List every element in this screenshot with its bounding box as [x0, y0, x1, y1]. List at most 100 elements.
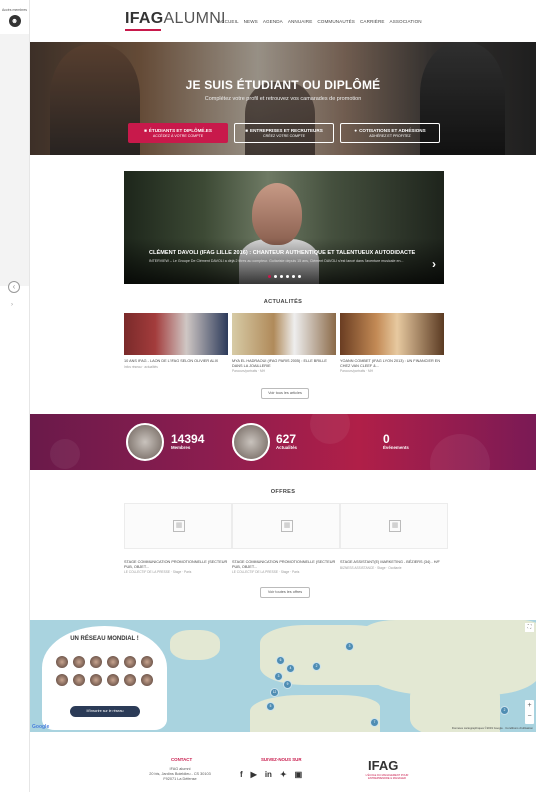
- slider-dot[interactable]: [273, 275, 277, 278]
- news-card[interactable]: YOANN COMBET (IFAG LYON 2013) : UN FINAN…: [340, 313, 444, 377]
- students-login-button[interactable]: ■ ÉTUDIANTS ET DIPLÔMÉ.ES ACCÉDEZ À VOTRE…: [128, 123, 228, 143]
- zoom-control: + −: [525, 700, 534, 724]
- back-arrow-icon[interactable]: ‹: [8, 281, 20, 293]
- news-meta: Infos réseau · actualités: [124, 364, 158, 369]
- nav-item-news[interactable]: NEWS: [244, 19, 258, 24]
- map-cluster[interactable]: 5: [266, 702, 275, 711]
- news-count: 627: [276, 432, 297, 446]
- map-cluster[interactable]: 3: [345, 642, 354, 651]
- news-image[interactable]: [232, 313, 336, 355]
- news-image[interactable]: [124, 313, 228, 355]
- companies-signup-button[interactable]: ■ ENTREPRISES ET RECRUTEURS CRÉEZ VOTRE C…: [234, 123, 334, 143]
- slide-title[interactable]: CLÉMENT DAVOLI (IFAG LILLE 2016) : CHANT…: [149, 250, 439, 256]
- map-land: [250, 695, 380, 732]
- building-icon: ▦: [281, 520, 293, 532]
- stats-band: 14394 Membres 627 Actualités 0 Événement…: [30, 404, 536, 494]
- nav-item-agenda[interactable]: AGENDA: [263, 19, 283, 24]
- members-count: 14394: [171, 432, 205, 446]
- map-cluster[interactable]: 9: [283, 680, 292, 689]
- members-label: Membres: [171, 445, 191, 450]
- slider-dot[interactable]: [285, 275, 289, 278]
- map-cluster[interactable]: 12: [270, 688, 279, 697]
- button-title: ● COTISATIONS ET ADHÉSIONS: [354, 128, 426, 133]
- avatar: [56, 674, 68, 686]
- logo-bold: IFAG: [125, 10, 164, 27]
- nav-item-carriere[interactable]: CARRIÈRE: [360, 19, 385, 24]
- zoom-in-button[interactable]: +: [525, 700, 534, 711]
- account-icon[interactable]: ☻: [8, 15, 21, 27]
- join-network-button[interactable]: M'inscrire sur le réseau: [70, 706, 140, 717]
- site-logo[interactable]: IFAGALUMNI: [125, 10, 226, 31]
- site-header: IFAGALUMNI ACCUEIL NEWS AGENDA ANNUAIRE …: [30, 0, 536, 42]
- slide-photo: [252, 183, 302, 245]
- contact-line: F92071 La Défense: [163, 777, 197, 781]
- slider-dot[interactable]: [279, 275, 283, 278]
- map-cluster[interactable]: 4: [286, 664, 295, 673]
- account-label: Accès membres: [1, 8, 28, 12]
- slide-excerpt: INTERVIEW – Le Groupe De Clément DAVOLI …: [149, 259, 404, 263]
- nav-item-accueil[interactable]: ACCUEIL: [218, 19, 239, 24]
- map-cluster[interactable]: 2: [500, 706, 509, 715]
- members-photo: [126, 423, 164, 461]
- avatar: [90, 674, 102, 686]
- nav-item-association[interactable]: ASSOCIATION: [390, 19, 422, 24]
- offer-card[interactable]: ▦ STAGE COMMUNICATION PROMOTIONNELLE (SE…: [232, 503, 340, 581]
- map-cluster[interactable]: 3: [274, 672, 283, 681]
- news-label: Actualités: [276, 445, 297, 450]
- twitter-icon[interactable]: ✦: [280, 770, 287, 779]
- offer-image[interactable]: ▦: [232, 503, 340, 549]
- social-links: f ▶ in ✦ ▣: [240, 770, 302, 779]
- news-title[interactable]: MYA EL HADRAOUI (IFAG PARIS 2005) : ELLE…: [232, 359, 336, 368]
- news-title[interactable]: 10 ANS IFAG - LAON DE L'IFAG SELON OLIVI…: [124, 359, 228, 364]
- events-count: 0: [383, 432, 390, 446]
- nav-item-annuaire[interactable]: ANNUAIRE: [288, 19, 313, 24]
- instagram-icon[interactable]: ▣: [295, 770, 303, 779]
- all-offers-button[interactable]: Voir toutes les offres: [260, 587, 310, 598]
- button-title: ■ ÉTUDIANTS ET DIPLÔMÉ.ES: [144, 128, 212, 133]
- offer-image[interactable]: ▦: [340, 503, 448, 549]
- network-card: UN RÉSEAU MONDIAL ! M'inscrire sur le ré…: [42, 626, 167, 730]
- rail-panel: [0, 34, 29, 286]
- fullscreen-icon[interactable]: ⛶: [525, 623, 534, 632]
- avatar: [124, 674, 136, 686]
- nav-item-communautes[interactable]: COMMUNAUTÉS: [317, 19, 355, 24]
- map-cluster[interactable]: 2: [312, 662, 321, 671]
- world-map[interactable]: 6 4 3 9 12 5 2 3 7 2 4 3 UN RÉSEAU MONDI…: [30, 620, 536, 732]
- offer-title[interactable]: STAGE COMMUNICATION PROMOTIONNELLE (SECT…: [232, 560, 340, 569]
- chevron-right-icon[interactable]: ›: [432, 257, 436, 271]
- button-subtitle: ADHÉREZ ET PROFITEZ: [369, 134, 411, 138]
- logo-light: ALUMNI: [163, 10, 226, 27]
- button-subtitle: ACCÉDEZ À VOTRE COMPTE: [152, 134, 204, 138]
- youtube-icon[interactable]: ▶: [251, 770, 257, 779]
- slider-dot[interactable]: [291, 275, 295, 278]
- briefcase-icon: ■: [245, 128, 249, 133]
- offer-card[interactable]: ▦ STAGE COMMUNICATION PROMOTIONNELLE (SE…: [124, 503, 232, 581]
- map-cluster[interactable]: 6: [276, 656, 285, 665]
- offer-image[interactable]: ▦: [124, 503, 232, 549]
- membership-button[interactable]: ● COTISATIONS ET ADHÉSIONS ADHÉREZ ET PRO…: [340, 123, 440, 143]
- slider-dot[interactable]: [297, 275, 301, 278]
- avatar: [141, 656, 153, 668]
- all-articles-button[interactable]: Voir tous les articles: [261, 388, 309, 399]
- button-subtitle: CRÉEZ VOTRE COMPTE: [263, 134, 305, 138]
- zoom-out-button[interactable]: −: [525, 711, 534, 722]
- news-image[interactable]: [340, 313, 444, 355]
- events-label: Événements: [383, 445, 409, 450]
- footer-logo[interactable]: IFAG: [368, 758, 398, 773]
- building-icon: ▦: [173, 520, 185, 532]
- news-card[interactable]: 10 ANS IFAG - LAON DE L'IFAG SELON OLIVI…: [124, 313, 228, 377]
- map-cluster[interactable]: 7: [370, 718, 379, 727]
- news-title[interactable]: YOANN COMBET (IFAG LYON 2013) : UN FINAN…: [340, 359, 444, 368]
- offer-title[interactable]: STAGE ASSISTANT(E) MARKETING - BÉZIERS (…: [340, 560, 448, 565]
- offer-card[interactable]: ▦ STAGE ASSISTANT(E) MARKETING - BÉZIERS…: [340, 503, 448, 581]
- user-icon: ■: [144, 128, 147, 133]
- linkedin-icon[interactable]: in: [265, 770, 272, 779]
- slider-dot[interactable]: [267, 275, 271, 278]
- google-logo: Google: [32, 724, 50, 730]
- map-credit[interactable]: Données cartographiques ©2019 Google · C…: [452, 726, 533, 730]
- news-card[interactable]: MYA EL HADRAOUI (IFAG PARIS 2005) : ELLE…: [232, 313, 336, 377]
- featured-slider[interactable]: CLÉMENT DAVOLI (IFAG LILLE 2016) : CHANT…: [124, 171, 444, 284]
- offer-title[interactable]: STAGE COMMUNICATION PROMOTIONNELLE (SECT…: [124, 560, 232, 569]
- facebook-icon[interactable]: f: [240, 770, 243, 779]
- chevron-right-icon[interactable]: ›: [11, 302, 13, 308]
